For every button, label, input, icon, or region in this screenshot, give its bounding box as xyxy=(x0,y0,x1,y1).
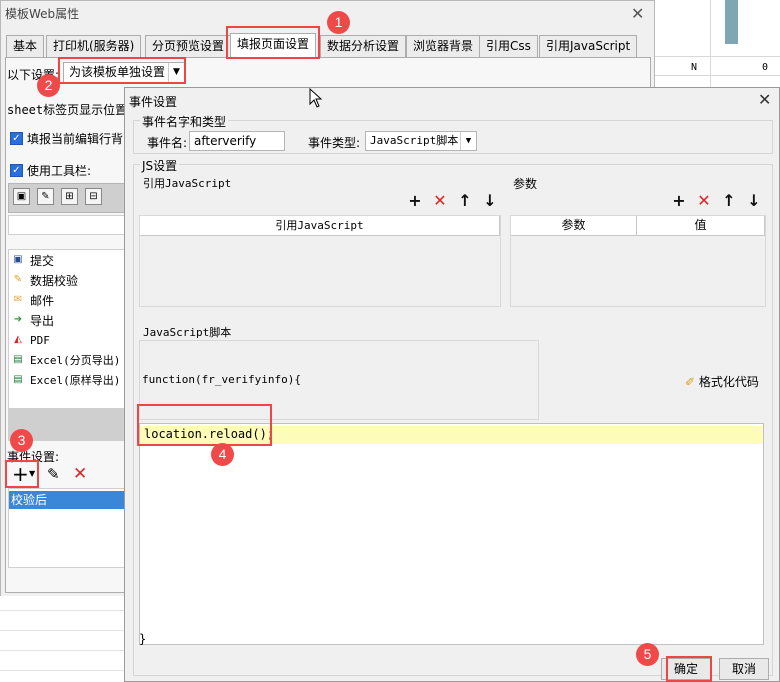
event-name-label: 事件名: xyxy=(147,136,188,150)
ref-js-label: 引用JavaScript xyxy=(143,177,232,190)
list-item-label: Excel(分页导出) xyxy=(30,354,121,367)
tab-javascript[interactable]: 引用JavaScript xyxy=(539,35,638,57)
annotation-badge: 1 xyxy=(327,11,350,34)
value-column-header: 值 xyxy=(637,216,765,236)
delete-row-icon[interactable]: ⊟ xyxy=(85,188,102,205)
add-icon[interactable]: + xyxy=(407,193,423,209)
event-name-input[interactable]: afterverify xyxy=(189,131,285,151)
cancel-button[interactable]: 取消 xyxy=(719,658,769,680)
arrow-up-icon[interactable]: ↑ xyxy=(457,193,473,209)
list-item[interactable]: ▤ Excel(原样导出) xyxy=(9,370,120,390)
excel-icon: ▤ xyxy=(13,354,23,365)
params-table: 参数 值 xyxy=(510,215,766,307)
checkbox-checked-icon[interactable]: ✓ xyxy=(10,132,23,145)
close-icon[interactable]: ✕ xyxy=(631,4,644,23)
inner-dialog-title: 事件设置 xyxy=(129,95,178,109)
annotation-box xyxy=(226,26,320,59)
tab-page-preview[interactable]: 分页预览设置 xyxy=(145,35,232,57)
annotation-box xyxy=(58,57,186,84)
event-type-value: JavaScript脚本 xyxy=(370,134,459,147)
fill-row-bg-label: 填报当前编辑行背 xyxy=(27,132,124,146)
list-item-label: Excel(原样导出) xyxy=(30,374,121,387)
ref-js-table: 引用JavaScript xyxy=(139,215,501,307)
event-type-label: 事件类型: xyxy=(308,136,361,150)
event-type-select[interactable]: JavaScript脚本 ▼ xyxy=(365,131,477,151)
list-item-label: 数据校验 xyxy=(30,273,79,288)
toolbar-button-list: ▣ 提交 ✎ 数据校验 ✉ 邮件 ➜ 导出 ◭ PDF ▤ Excel(分页导出… xyxy=(8,249,128,409)
delete-icon[interactable]: ✕ xyxy=(432,193,448,209)
insert-row-icon[interactable]: ⊞ xyxy=(61,188,78,205)
export-icon: ➜ xyxy=(13,314,23,325)
list-item[interactable]: 校验后 xyxy=(9,491,127,509)
list-item[interactable]: ◭ PDF xyxy=(9,330,50,350)
sheet-tab-position-label: sheet标签页显示位置: xyxy=(7,103,135,117)
closing-brace: } xyxy=(139,632,147,646)
annotation-badge: 2 xyxy=(37,74,60,97)
list-item[interactable]: ▤ Excel(分页导出) xyxy=(9,350,120,370)
function-header: function(fr_verifyinfo){ xyxy=(142,373,301,386)
list-item-label: PDF xyxy=(30,333,50,347)
annotation-box xyxy=(5,460,39,488)
excel-icon: ▤ xyxy=(13,374,23,385)
event-list: 校验后 xyxy=(8,488,128,568)
save-icon[interactable]: ▣ xyxy=(13,188,30,205)
floppy-icon: ▣ xyxy=(13,254,23,265)
add-icon[interactable]: + xyxy=(671,193,687,209)
annotation-box xyxy=(666,656,712,682)
tab-css[interactable]: 引用Css xyxy=(479,35,538,57)
outer-dialog-title: 模板Web属性 xyxy=(5,7,80,21)
mail-icon: ✉ xyxy=(13,294,23,305)
js-script-label: JavaScript脚本 xyxy=(143,326,232,339)
annotation-badge: 3 xyxy=(10,429,33,452)
pencil-icon[interactable]: ✎ xyxy=(37,188,54,205)
name-type-legend: 事件名字和类型 xyxy=(140,113,229,130)
arrow-down-icon[interactable]: ↓ xyxy=(746,193,762,209)
list-item-label: 邮件 xyxy=(30,293,55,308)
tab-basic[interactable]: 基本 xyxy=(6,35,45,57)
event-settings-dialog: 事件设置 ✕ 事件名字和类型 事件名: afterverify 事件类型: Ja… xyxy=(124,87,780,682)
use-toolbar-option[interactable]: ✓ 使用工具栏: xyxy=(10,162,91,179)
list-item-label: 提交 xyxy=(30,253,55,268)
list-item[interactable]: ✎ 数据校验 xyxy=(9,270,78,290)
delete-icon[interactable]: ✕ xyxy=(73,464,87,484)
delete-icon[interactable]: ✕ xyxy=(696,193,712,209)
arrow-up-icon[interactable]: ↑ xyxy=(721,193,737,209)
sheet-header-highlight xyxy=(725,0,738,44)
tab-printer[interactable]: 打印机(服务器) xyxy=(46,35,142,57)
close-icon[interactable]: ✕ xyxy=(758,90,771,109)
annotation-badge: 4 xyxy=(211,443,234,466)
sheet-bottom-grid xyxy=(0,596,125,682)
list-item[interactable]: ▣ 提交 xyxy=(9,250,54,270)
fill-row-bg-option[interactable]: ✓ 填报当前编辑行背 xyxy=(10,130,123,147)
use-toolbar-label: 使用工具栏: xyxy=(27,164,92,178)
sheet-cell[interactable]: 0 xyxy=(762,62,768,73)
chevron-down-icon[interactable]: ▼ xyxy=(460,132,476,150)
toolbar-preview: ▣ ✎ ⊞ ⊟ xyxy=(8,183,128,213)
annotation-badge: 5 xyxy=(636,643,659,666)
tab-bar: 基本 打印机(服务器) 分页预览设置 填报页面设置 数据分析设置 浏览器背景 引… xyxy=(6,33,651,57)
tab-data-analysis[interactable]: 数据分析设置 xyxy=(320,35,407,57)
sheet-cell[interactable]: N xyxy=(691,62,697,73)
pdf-icon: ◭ xyxy=(14,334,22,345)
checkbox-checked-icon[interactable]: ✓ xyxy=(10,164,23,177)
format-code-button[interactable]: ✐ 格式化代码 xyxy=(685,373,759,390)
list-item[interactable]: ✉ 邮件 xyxy=(9,290,54,310)
pencil-icon: ✎ xyxy=(13,274,23,285)
format-code-label: 格式化代码 xyxy=(698,375,759,389)
list-item-label: 导出 xyxy=(30,313,55,328)
params-label: 参数 xyxy=(513,177,538,191)
toolbar-blank xyxy=(8,215,128,235)
annotation-box xyxy=(137,404,272,446)
js-settings-legend: JS设置 xyxy=(140,157,180,174)
param-column-header: 参数 xyxy=(511,216,637,236)
mouse-cursor-icon xyxy=(309,88,323,108)
arrow-down-icon[interactable]: ↓ xyxy=(482,193,498,209)
tab-browser-bg[interactable]: 浏览器背景 xyxy=(406,35,481,57)
ref-js-column-header: 引用JavaScript xyxy=(140,216,500,236)
edit-icon[interactable]: ✎ xyxy=(47,465,60,483)
broom-icon: ✐ xyxy=(685,375,696,389)
list-item[interactable]: ➜ 导出 xyxy=(9,310,54,330)
